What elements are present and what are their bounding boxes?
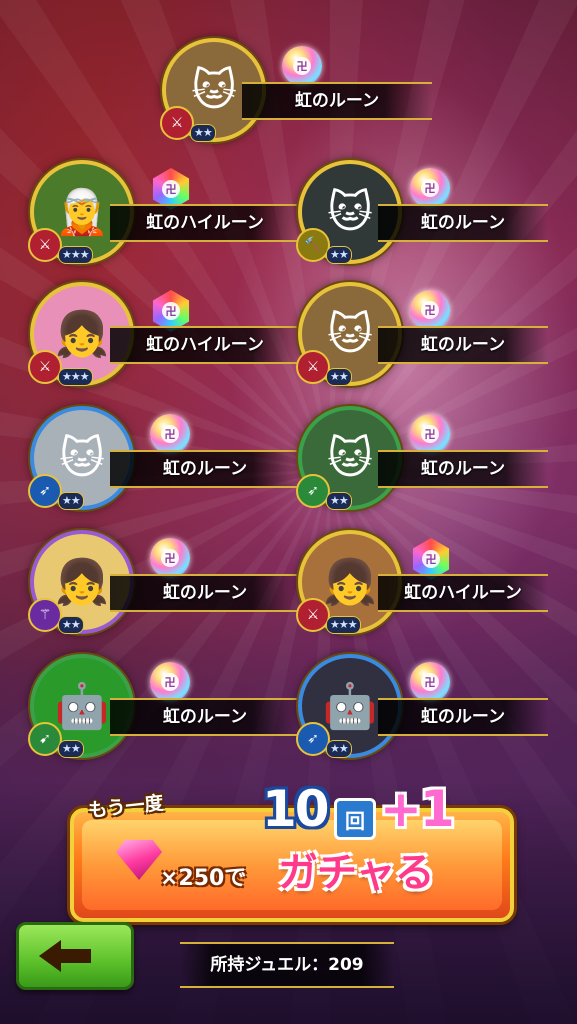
rainbow-rune-icon: 卍 bbox=[410, 168, 450, 208]
elf-icon: 🧝 bbox=[54, 187, 110, 238]
rarity-stars: ★★ bbox=[326, 492, 352, 510]
jewel-count: 所持ジュエル：209 bbox=[180, 942, 394, 988]
bow-icon: ➶ bbox=[296, 722, 330, 756]
rainbow-rune-icon: 卍 bbox=[410, 414, 450, 454]
sword-icon: ⚔ bbox=[296, 350, 330, 384]
cat-icon: 🐱 bbox=[327, 186, 373, 238]
bonus-label: +1 bbox=[380, 780, 455, 838]
rainbow-rune-icon: 卍 bbox=[410, 290, 450, 330]
girl-icon: 👧 bbox=[54, 557, 110, 608]
result-item[interactable]: 🐱 ⚔ ★★ 卍 虹のルーン bbox=[160, 38, 432, 158]
rarity-stars: ★★ bbox=[326, 740, 352, 758]
rarity-stars: ★★ bbox=[326, 368, 352, 386]
result-item[interactable]: 🐱 ➶ ★★ 卍 虹のルーン bbox=[28, 406, 300, 526]
rainbow-rune-icon: 卍 bbox=[150, 662, 190, 702]
back-button[interactable] bbox=[16, 922, 134, 990]
robot-icon: 🤖 bbox=[322, 681, 378, 732]
cat-icon: 🐱 bbox=[191, 64, 237, 116]
rarity-stars: ★★★ bbox=[58, 246, 93, 264]
item-name: 虹のルーン bbox=[378, 698, 548, 736]
item-name: 虹のルーン bbox=[110, 698, 300, 736]
sword-icon: ⚔ bbox=[160, 106, 194, 140]
sword-icon: ⚔ bbox=[296, 598, 330, 632]
sword-icon: ⚔ bbox=[28, 350, 62, 384]
result-item[interactable]: 👧 ⚔ ★★★ 卍 虹のハイルーン bbox=[296, 530, 558, 650]
rainbow-rune-icon: 卍 bbox=[410, 662, 450, 702]
count-label: 10 bbox=[262, 780, 330, 838]
result-item[interactable]: 🐱 ⚔ ★★ 卍 虹のルーン bbox=[296, 282, 558, 402]
bow-icon: ➶ bbox=[296, 474, 330, 508]
cat-icon: 🐱 bbox=[327, 432, 373, 484]
rainbow-rune-icon: 卍 bbox=[282, 46, 322, 86]
rarity-stars: ★★ bbox=[58, 616, 84, 634]
rainbow-rune-icon: 卍 bbox=[150, 538, 190, 578]
item-name: 虹のルーン bbox=[378, 204, 548, 242]
item-name: 虹のルーン bbox=[378, 326, 548, 364]
rarity-stars: ★★ bbox=[190, 124, 216, 142]
gacha-action-label: ガチャる bbox=[278, 850, 435, 896]
count-unit: 回 bbox=[334, 798, 376, 840]
item-name: 虹のルーン bbox=[378, 450, 548, 488]
sword-icon: ⚔ bbox=[28, 228, 62, 262]
result-item[interactable]: 👧 ⚚ ★★ 卍 虹のルーン bbox=[28, 530, 300, 650]
rarity-stars: ★★★ bbox=[326, 616, 361, 634]
robot-icon: 🤖 bbox=[54, 681, 110, 732]
result-item[interactable]: 🐱 🔨 ★★ 卍 虹のルーン bbox=[296, 160, 558, 280]
bow-icon: ➶ bbox=[28, 474, 62, 508]
staff-icon: ⚚ bbox=[28, 598, 62, 632]
result-item[interactable]: 🐱 ➶ ★★ 卍 虹のルーン bbox=[296, 406, 558, 526]
rainbow-rune-icon: 卍 bbox=[150, 414, 190, 454]
rarity-stars: ★★ bbox=[58, 492, 84, 510]
back-arrow-icon bbox=[39, 940, 61, 972]
item-name: 虹のルーン bbox=[110, 574, 300, 612]
rarity-stars: ★★ bbox=[58, 740, 84, 758]
item-name: 虹のハイルーン bbox=[110, 204, 300, 242]
item-name: 虹のルーン bbox=[110, 450, 300, 488]
rarity-stars: ★★ bbox=[326, 246, 352, 264]
cat-icon: 🐱 bbox=[327, 308, 373, 360]
result-item[interactable]: 👧 ⚔ ★★★ 卍 虹のハイルーン bbox=[28, 282, 300, 402]
cat-icon: 🐱 bbox=[59, 432, 105, 484]
girl-icon: 👧 bbox=[322, 557, 378, 608]
result-item[interactable]: 🤖 ➹ ★★ 卍 虹のルーン bbox=[28, 654, 300, 774]
item-name: 虹のルーン bbox=[242, 82, 432, 120]
rarity-stars: ★★★ bbox=[58, 368, 93, 386]
cost-label: ×250で bbox=[160, 866, 247, 891]
back-arrow-shaft bbox=[61, 949, 91, 963]
result-item[interactable]: 🤖 ➶ ★★ 卍 虹のルーン bbox=[296, 654, 558, 774]
item-name: 虹のハイルーン bbox=[110, 326, 300, 364]
result-item[interactable]: 🧝 ⚔ ★★★ 卍 虹のハイルーン bbox=[28, 160, 300, 280]
girl-icon: 👧 bbox=[54, 309, 110, 360]
hammer-icon: 🔨 bbox=[296, 228, 330, 262]
spear-icon: ➹ bbox=[28, 722, 62, 756]
item-name: 虹のハイルーン bbox=[378, 574, 548, 612]
